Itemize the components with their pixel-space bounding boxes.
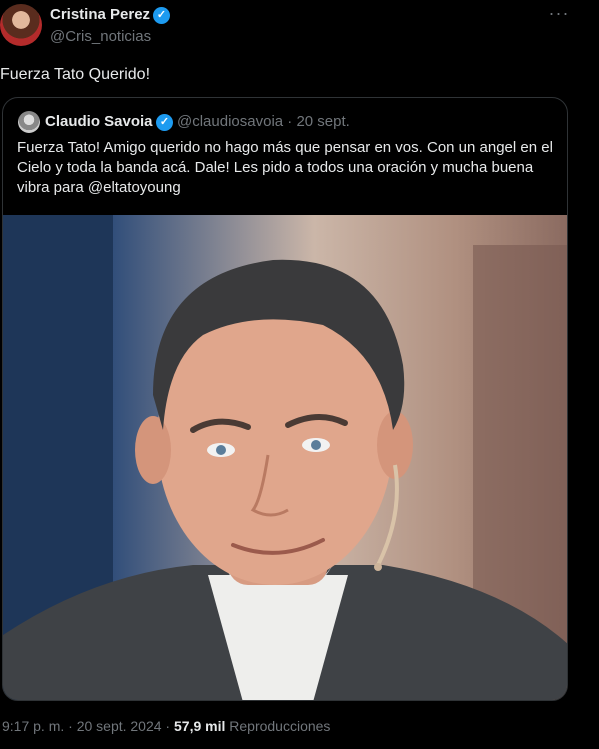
author-name[interactable]: Cristina Perez — [50, 6, 150, 23]
quoted-verified-badge-icon: ✓ — [156, 114, 173, 131]
author-handle[interactable]: @Cris_noticias — [50, 28, 151, 45]
quoted-tweet-text: Fuerza Tato! Amigo querido no hago más q… — [17, 139, 553, 196]
left-iris — [216, 445, 226, 455]
quoted-author-avatar — [18, 111, 40, 133]
views-label: Reproducciones — [225, 718, 331, 734]
tweet-text: Fuerza Tato Querido! — [0, 66, 151, 83]
left-ear — [135, 416, 171, 484]
views-count: 57,9 mil — [174, 718, 226, 734]
author-avatar[interactable] — [0, 4, 42, 46]
tweet-header: Cristina Perez ✓ @Cris_noticias ··· — [0, 0, 599, 56]
more-options-icon[interactable]: ··· — [547, 4, 571, 28]
quoted-tweet-card[interactable]: Claudio Savoia ✓ @claudiosavoia · 20 sep… — [2, 97, 568, 701]
quoted-author-name: Claudio Savoia — [45, 113, 153, 130]
verified-badge-icon: ✓ — [153, 7, 170, 24]
right-iris — [311, 440, 321, 450]
portrait-illustration — [3, 215, 567, 700]
quoted-tweet-photo[interactable] — [3, 215, 567, 700]
tweet-timestamp[interactable]: 9:17 p. m. · 20 sept. 2024 · — [2, 718, 174, 734]
microphone-tip — [374, 563, 382, 571]
tweet-meta: 9:17 p. m. · 20 sept. 2024 · 57,9 mil Re… — [2, 718, 330, 734]
quoted-author-handle: @claudiosavoia · 20 sept. — [177, 113, 350, 130]
